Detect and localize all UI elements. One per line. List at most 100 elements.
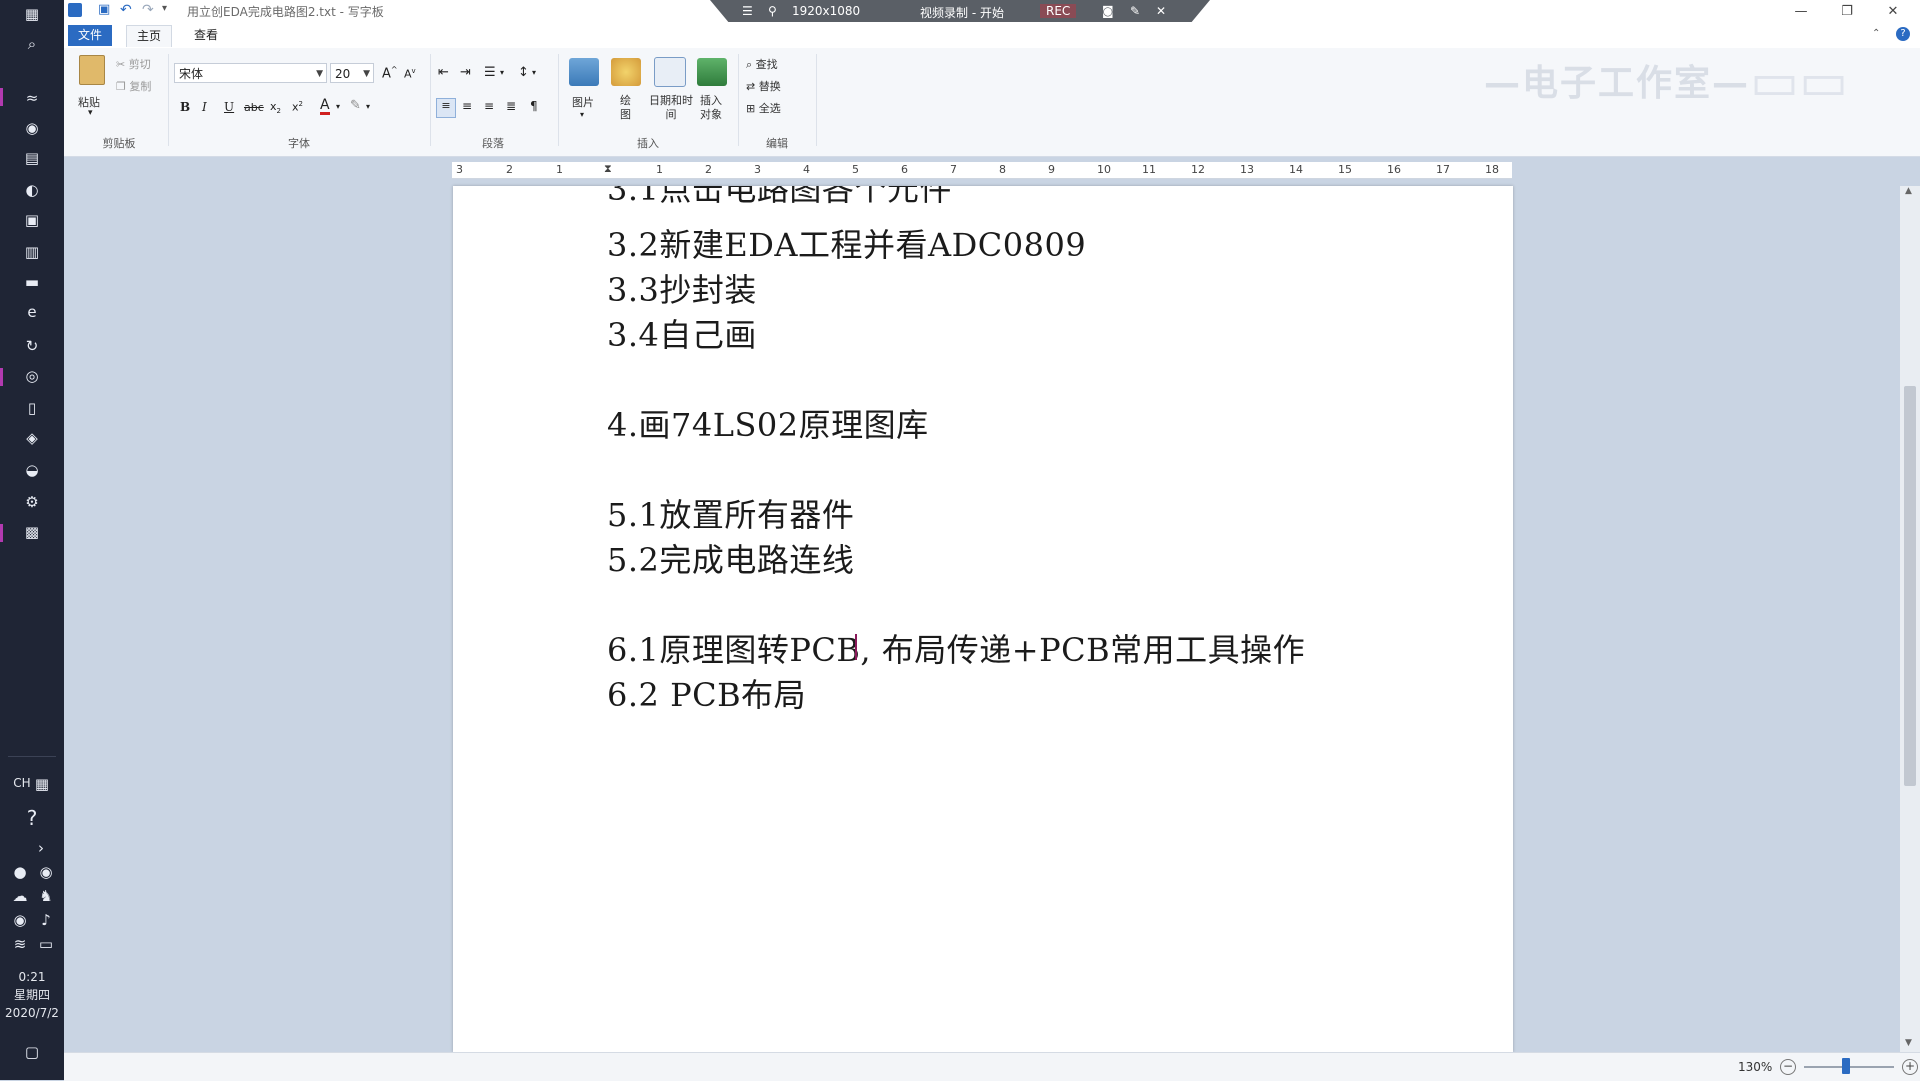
- copy-button[interactable]: ❐ 复制: [116, 78, 151, 94]
- superscript-icon[interactable]: x2: [292, 100, 303, 114]
- scroll-up-icon[interactable]: ▲: [1905, 186, 1912, 196]
- notification-icon[interactable]: ▢: [20, 1040, 44, 1064]
- cut-button[interactable]: ✂ 剪切: [116, 56, 151, 72]
- highlight-icon[interactable]: ✎: [350, 98, 361, 113]
- grow-font-icon[interactable]: A^: [382, 65, 398, 81]
- document-line[interactable]: 5.1放置所有器件: [607, 490, 854, 536]
- zoom-out-icon[interactable]: −: [1780, 1059, 1796, 1075]
- bold-icon[interactable]: B: [180, 100, 190, 114]
- recorder-menu-icon[interactable]: ☰: [742, 4, 753, 18]
- folder-icon[interactable]: ▬: [20, 270, 44, 294]
- camera-icon[interactable]: ◙: [1102, 4, 1114, 18]
- wordpad-app-icon[interactable]: [68, 3, 82, 17]
- app-icon-3[interactable]: ◐: [20, 178, 44, 202]
- chevron-down-icon[interactable]: ▾: [366, 102, 370, 111]
- help-icon[interactable]: ?: [1896, 27, 1910, 41]
- record-app-icon[interactable]: ◎: [20, 364, 44, 388]
- notepad-icon[interactable]: ▯: [20, 396, 44, 420]
- tab-home[interactable]: 主页: [126, 25, 173, 47]
- record-tray-icon[interactable]: ◉: [36, 860, 56, 884]
- document-line[interactable]: 6.1原理图转PCB, 布局传递+PCB常用工具操作: [607, 625, 1305, 671]
- rec-button[interactable]: REC: [1040, 4, 1077, 18]
- document-line[interactable]: 6.2 PCB布局: [607, 670, 806, 716]
- redo-icon[interactable]: ↷: [142, 2, 154, 18]
- chevron-down-icon[interactable]: ▾: [336, 102, 340, 111]
- insert-object-button[interactable]: [696, 56, 728, 88]
- clock-weekday[interactable]: 星期四: [0, 986, 64, 1004]
- select-all-button[interactable]: ⊞ 全选: [746, 100, 781, 116]
- clock-date[interactable]: 2020/7/2: [0, 1004, 64, 1022]
- line-spacing-icon[interactable]: ↕: [518, 65, 529, 80]
- datetime-button[interactable]: [654, 56, 686, 88]
- search-icon[interactable]: ⌕: [20, 32, 44, 56]
- wifi-icon[interactable]: ≋: [10, 932, 30, 956]
- zoom-slider-thumb[interactable]: [1842, 1058, 1850, 1074]
- volume-icon[interactable]: ♪: [36, 908, 56, 932]
- paint-drawing-button[interactable]: [610, 56, 642, 88]
- justify-icon[interactable]: ≣: [506, 99, 516, 113]
- settings-icon[interactable]: ⚙: [20, 490, 44, 514]
- document-line[interactable]: 3.2新建EDA工程并看ADC0809: [607, 220, 1086, 266]
- microphone-icon[interactable]: ●: [10, 860, 30, 884]
- minimize-button[interactable]: —: [1778, 0, 1824, 22]
- help-icon[interactable]: ?: [20, 806, 44, 830]
- app-icon-6[interactable]: ◒: [20, 458, 44, 482]
- undo-icon[interactable]: ↶: [120, 2, 132, 18]
- pin-icon[interactable]: ⚲: [768, 4, 777, 18]
- keyboard-icon[interactable]: ▦: [30, 772, 54, 796]
- font-name-combo[interactable]: 宋体 ▼: [174, 63, 327, 83]
- paste-dropdown-icon[interactable]: ▾: [88, 108, 93, 118]
- pen-icon[interactable]: ✎: [1130, 4, 1140, 18]
- picture-button[interactable]: [568, 56, 600, 88]
- subscript-icon[interactable]: x2: [270, 100, 281, 115]
- app-icon-2[interactable]: ◉: [20, 116, 44, 140]
- vertical-scrollbar[interactable]: ▲ ▼: [1900, 186, 1920, 1052]
- chevron-down-icon[interactable]: ▾: [580, 110, 584, 119]
- shrink-font-icon[interactable]: Av: [404, 67, 416, 81]
- tray-app-icon[interactable]: ♞: [36, 884, 56, 908]
- quick-access-dropdown-icon[interactable]: ▾: [162, 3, 167, 14]
- align-right-icon[interactable]: ≡: [484, 99, 494, 113]
- document-page[interactable]: 3.1点击电路图各个元件 3.2新建EDA工程并看ADC0809 3.3抄封装 …: [453, 186, 1513, 1052]
- find-button[interactable]: ⌕ 查找: [746, 56, 778, 72]
- chevron-down-icon[interactable]: ▾: [500, 68, 504, 77]
- font-size-combo[interactable]: 20 ▼: [330, 63, 374, 83]
- document-line[interactable]: 3.1点击电路图各个元件: [607, 186, 952, 210]
- increase-indent-icon[interactable]: ⇥: [460, 65, 471, 80]
- align-center-icon[interactable]: ≡: [462, 99, 472, 113]
- maximize-button[interactable]: ❐: [1824, 0, 1870, 22]
- tab-file[interactable]: 文件: [68, 25, 113, 46]
- paragraph-settings-icon[interactable]: ¶: [530, 99, 538, 113]
- refresh-app-icon[interactable]: ↻: [20, 334, 44, 358]
- zoom-in-icon[interactable]: +: [1902, 1059, 1918, 1075]
- document-line[interactable]: 3.4自己画: [607, 310, 757, 356]
- close-button[interactable]: ✕: [1870, 0, 1916, 22]
- underline-icon[interactable]: U: [224, 100, 234, 114]
- collapse-ribbon-icon[interactable]: ⌃: [1872, 28, 1880, 39]
- app-icon-7[interactable]: ▩: [20, 520, 44, 544]
- recorder-close-icon[interactable]: ✕: [1156, 4, 1166, 18]
- battery-icon[interactable]: ▭: [36, 932, 56, 956]
- tray-app-icon-2[interactable]: ◉: [10, 908, 30, 932]
- scrollbar-thumb[interactable]: [1904, 386, 1916, 786]
- bullets-icon[interactable]: ☰: [484, 65, 496, 80]
- app-icon-5[interactable]: ◈: [20, 426, 44, 450]
- font-color-icon[interactable]: A: [320, 98, 330, 115]
- document-line[interactable]: 4.画74LS02原理图库: [607, 400, 929, 446]
- app-icon-4[interactable]: ▥: [20, 240, 44, 264]
- paste-button[interactable]: [76, 54, 108, 86]
- calculator-icon[interactable]: ▤: [20, 146, 44, 170]
- save-icon[interactable]: ▣: [98, 3, 112, 17]
- chevron-down-icon[interactable]: ▾: [532, 68, 536, 77]
- clock-time[interactable]: 0:21: [0, 968, 64, 986]
- app-icon-1[interactable]: ≈: [20, 86, 44, 110]
- cloud-icon[interactable]: ☁: [10, 884, 30, 908]
- scroll-down-icon[interactable]: ▼: [1905, 1038, 1912, 1048]
- tab-view[interactable]: 查看: [184, 25, 228, 46]
- windows-start-icon[interactable]: ▦: [20, 2, 44, 26]
- edge-icon[interactable]: e: [20, 300, 44, 324]
- italic-icon[interactable]: I: [202, 100, 207, 114]
- document-line[interactable]: 5.2完成电路连线: [607, 535, 854, 581]
- document-line[interactable]: 3.3抄封装: [607, 265, 757, 311]
- decrease-indent-icon[interactable]: ⇤: [438, 65, 449, 80]
